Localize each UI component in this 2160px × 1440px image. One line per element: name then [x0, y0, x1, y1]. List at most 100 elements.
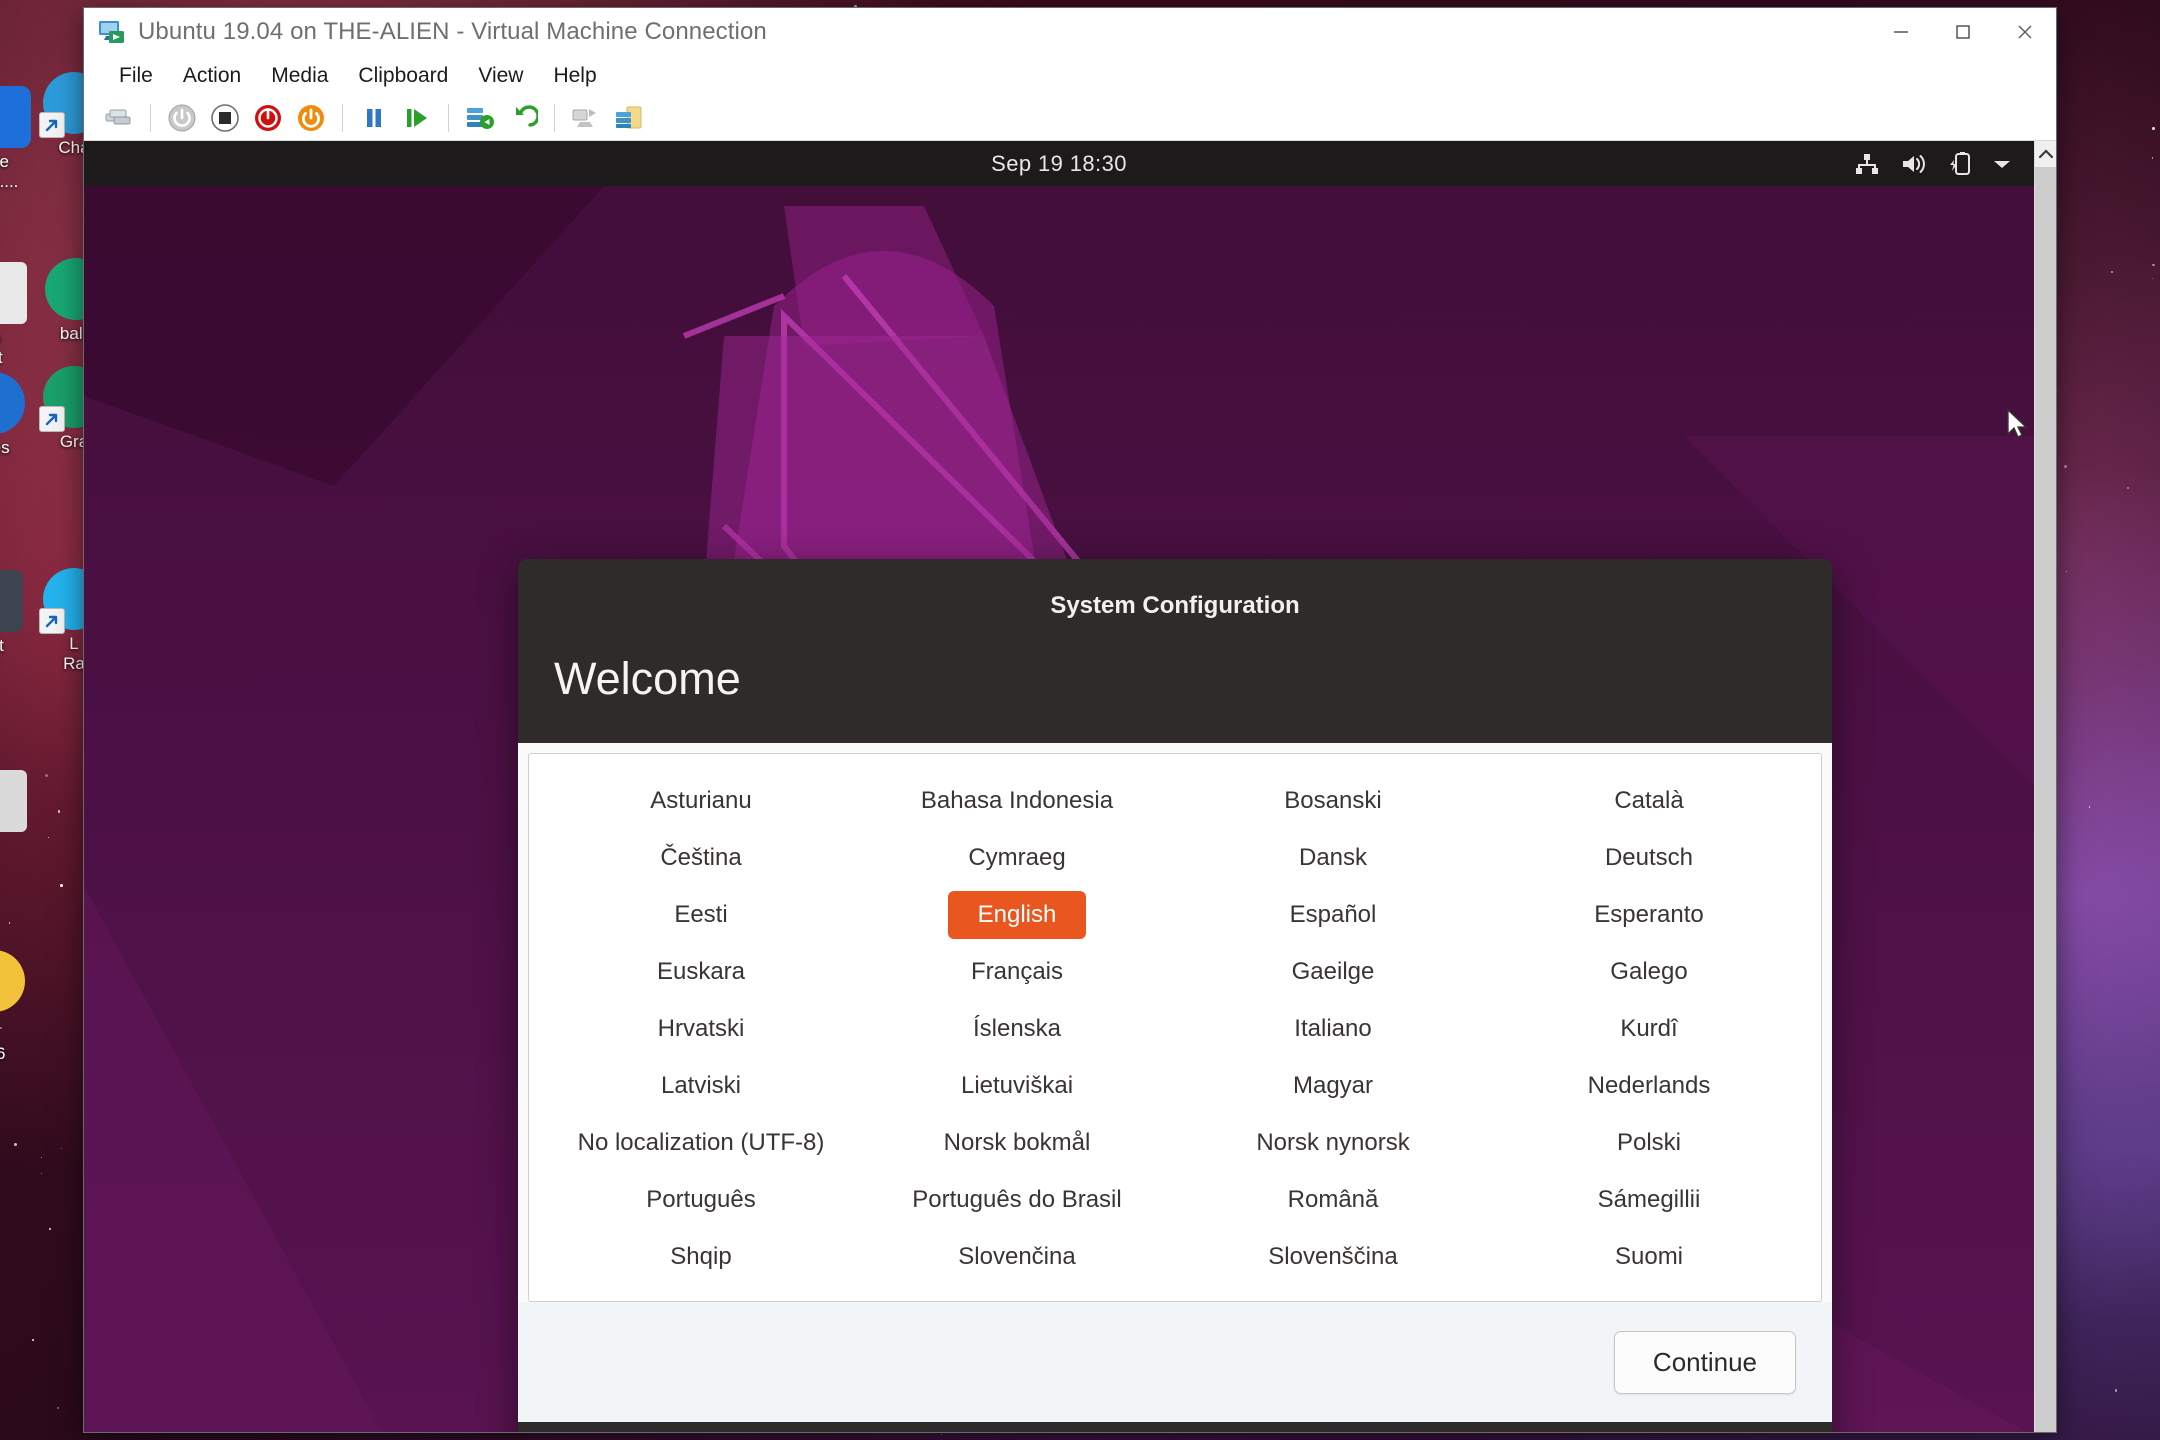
language-option[interactable]: Cymraeg — [859, 829, 1175, 886]
clock[interactable]: Sep 19 18:30 — [991, 151, 1127, 177]
window-titlebar[interactable]: Ubuntu 19.04 on THE-ALIEN - Virtual Mach… — [84, 8, 2056, 56]
language-option[interactable]: No localization (UTF-8) — [543, 1114, 859, 1171]
move-icon[interactable] — [567, 100, 605, 136]
language-option[interactable]: Hrvatski — [543, 1000, 859, 1057]
language-option[interactable]: Română — [1175, 1171, 1491, 1228]
desktop-icon[interactable] — [0, 950, 40, 1012]
app-icon — [0, 262, 27, 324]
toolbar-separator — [150, 104, 151, 132]
language-label: Español — [1289, 900, 1377, 928]
menu-bar: File Action Media Clipboard View Help — [84, 56, 2056, 96]
ctrl-alt-delete-icon[interactable] — [100, 100, 138, 136]
resume-icon[interactable] — [398, 100, 436, 136]
desktop-icon[interactable] — [0, 770, 42, 832]
app-icon — [0, 570, 23, 632]
language-option[interactable]: Français — [859, 943, 1175, 1000]
language-option[interactable]: Slovenščina — [1175, 1228, 1491, 1285]
vm-scrollbar[interactable] — [2034, 141, 2056, 1432]
language-label: Galego — [1610, 957, 1688, 985]
vm-connection-window: Ubuntu 19.04 on THE-ALIEN - Virtual Mach… — [84, 8, 2056, 1432]
language-option[interactable]: Galego — [1491, 943, 1807, 1000]
chevron-down-icon[interactable] — [1992, 157, 2012, 171]
language-option[interactable]: Nederlands — [1491, 1057, 1807, 1114]
language-option[interactable]: Català — [1491, 772, 1807, 829]
scrollbar-thumb[interactable] — [2035, 167, 2056, 1432]
menu-item-media[interactable]: Media — [258, 61, 341, 91]
vm-viewport[interactable]: Sep 19 18:30 System Configuration Welcom… — [84, 141, 2056, 1432]
language-option[interactable]: Magyar — [1175, 1057, 1491, 1114]
language-label: Norsk bokmål — [943, 1128, 1091, 1156]
shut-down-icon[interactable] — [206, 100, 244, 136]
maximize-button[interactable] — [1932, 8, 1994, 55]
language-option[interactable]: Slovenčina — [859, 1228, 1175, 1285]
language-option[interactable]: Italiano — [1175, 1000, 1491, 1057]
language-option[interactable]: Polski — [1491, 1114, 1807, 1171]
start-icon[interactable] — [163, 100, 201, 136]
language-option[interactable]: Sámegillii — [1491, 1171, 1807, 1228]
language-option[interactable]: Bosanski — [1175, 772, 1491, 829]
language-label: Nederlands — [1587, 1071, 1711, 1099]
toolbar-separator — [342, 104, 343, 132]
toolbar-separator — [448, 104, 449, 132]
menu-item-file[interactable]: File — [106, 61, 166, 91]
language-label: Euskara — [656, 957, 746, 985]
turn-off-icon[interactable] — [249, 100, 287, 136]
language-option[interactable]: Latviski — [543, 1057, 859, 1114]
app-icon — [0, 770, 27, 832]
language-option[interactable]: English — [859, 886, 1175, 943]
language-option[interactable]: Čeština — [543, 829, 859, 886]
language-option[interactable]: Norsk nynorsk — [1175, 1114, 1491, 1171]
language-label: Latviski — [660, 1071, 742, 1099]
desktop-icon-label: 76 — [0, 1044, 6, 1063]
export-icon[interactable] — [610, 100, 648, 136]
language-option[interactable]: Asturianu — [543, 772, 859, 829]
menu-item-view[interactable]: View — [465, 61, 536, 91]
pause-icon[interactable] — [355, 100, 393, 136]
language-option[interactable]: Shqip — [543, 1228, 859, 1285]
language-label: Eesti — [674, 900, 728, 928]
language-option[interactable]: Suomi — [1491, 1228, 1807, 1285]
checkpoint-icon[interactable] — [461, 100, 499, 136]
language-label: Čeština — [660, 843, 742, 871]
language-option[interactable]: Español — [1175, 886, 1491, 943]
language-label: Slovenščina — [1268, 1242, 1398, 1270]
language-list: Asturianu Bahasa Indonesia Bosanski Català Č… — [528, 753, 1822, 1302]
volume-icon[interactable] — [1900, 152, 1928, 176]
language-label: Bosanski — [1284, 786, 1382, 814]
revert-icon[interactable] — [504, 100, 542, 136]
language-option[interactable]: Bahasa Indonesia — [859, 772, 1175, 829]
language-option[interactable]: Euskara — [543, 943, 859, 1000]
language-label: Cymraeg — [968, 843, 1066, 871]
language-option[interactable]: Íslenska — [859, 1000, 1175, 1057]
minimize-button[interactable] — [1870, 8, 1932, 55]
language-option[interactable]: Norsk bokmål — [859, 1114, 1175, 1171]
scroll-up-button[interactable] — [2035, 141, 2056, 167]
app-icon — [0, 372, 25, 434]
menu-item-action[interactable]: Action — [170, 61, 254, 91]
network-icon[interactable] — [1854, 152, 1880, 176]
language-label: Slovenčina — [958, 1242, 1076, 1270]
language-label: Hrvatski — [657, 1014, 745, 1042]
continue-button[interactable]: Continue — [1613, 1330, 1796, 1394]
language-option[interactable]: Kurdî — [1491, 1000, 1807, 1057]
language-label: Polski — [1616, 1128, 1682, 1156]
language-option[interactable]: Esperanto — [1491, 886, 1807, 943]
battery-charging-icon[interactable] — [1948, 151, 1972, 177]
language-option[interactable]: Português — [543, 1171, 859, 1228]
language-option[interactable]: Lietuviškai — [859, 1057, 1175, 1114]
language-option[interactable]: Gaeilge — [1175, 943, 1491, 1000]
desktop-icon-label: kens.... — [0, 152, 19, 191]
language-option[interactable]: Português do Brasil — [859, 1171, 1175, 1228]
desktop-icon[interactable]: 76 — [0, 1040, 42, 1064]
reset-icon[interactable] — [292, 100, 330, 136]
language-option[interactable]: Deutsch — [1491, 829, 1807, 886]
pagination-dots — [518, 1422, 1832, 1432]
language-label: Français — [970, 957, 1064, 985]
language-option[interactable]: Eesti — [543, 886, 859, 943]
language-option[interactable]: Dansk — [1175, 829, 1491, 886]
language-label: Asturianu — [650, 786, 752, 814]
menu-item-help[interactable]: Help — [540, 61, 609, 91]
menu-item-clipboard[interactable]: Clipboard — [345, 61, 461, 91]
shortcut-badge-icon — [39, 608, 65, 634]
close-button[interactable] — [1994, 8, 2056, 55]
